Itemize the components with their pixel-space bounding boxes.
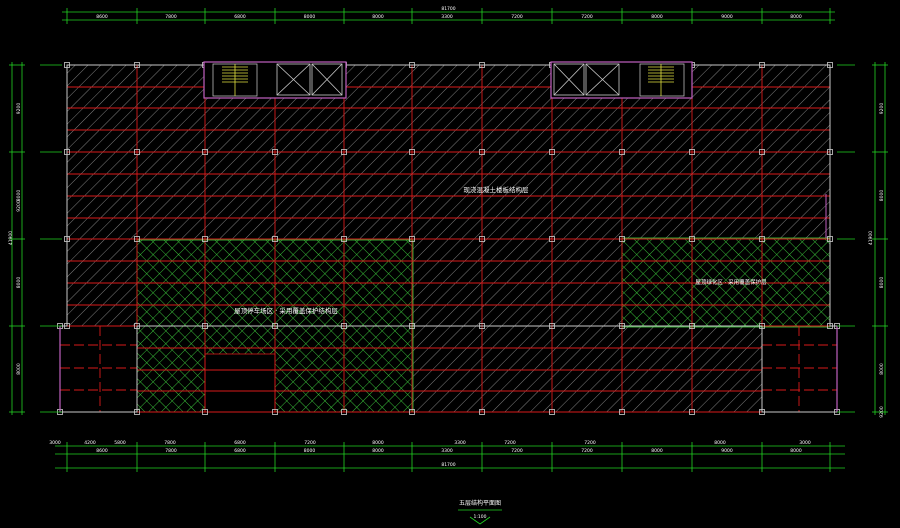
dim-bottom-offset: 8000: [372, 440, 384, 446]
dim-bottom: 9000: [721, 448, 733, 454]
dim-bottom: 8000: [790, 448, 802, 454]
dim-left: 8000: [16, 190, 22, 202]
dim-top: 8000: [651, 14, 663, 20]
dim-top: 8000: [372, 14, 384, 20]
dim-bottom: 8000: [372, 448, 384, 454]
dim-bottom-offset: 3000: [799, 440, 811, 446]
dim-right: 9200: [879, 406, 885, 418]
dim-bottom-offset: 6800: [234, 440, 246, 446]
dim-left: 9200: [16, 200, 22, 212]
core-left: [203, 61, 347, 99]
dim-right: 9200: [879, 103, 885, 115]
dim-total-top: 81700: [441, 6, 455, 12]
left-wing-area: [60, 326, 137, 417]
dim-bottom-offset: 7200: [584, 440, 596, 446]
dim-top: 8000: [790, 14, 802, 20]
dim-bottom-offset: 3300: [454, 440, 466, 446]
dim-left: 9200: [16, 103, 22, 115]
dim-left-total: 41900: [8, 231, 14, 245]
dim-bottom: 6800: [234, 448, 246, 454]
dim-left: 8000: [16, 363, 22, 375]
dim-bottom-offset: 7200: [304, 440, 316, 446]
dim-bottom: 8600: [96, 448, 108, 454]
right-wing-area: [762, 326, 837, 417]
dim-right: 8000: [879, 363, 885, 375]
dim-bottom: 8000: [651, 448, 663, 454]
opening-left: [204, 353, 276, 413]
dim-top: 7200: [511, 14, 523, 20]
dim-bottom-offset: 4200: [84, 440, 96, 446]
area-label-main: 现浇混凝土楼板结构层: [464, 185, 530, 194]
dim-top: 8600: [96, 14, 108, 20]
dim-bottom: 7200: [581, 448, 593, 454]
dim-total-bottom: 81700: [441, 462, 455, 468]
dim-bottom-offset: 7800: [164, 440, 176, 446]
dim-top: 9000: [721, 14, 733, 20]
dim-bottom-offset: 7200: [504, 440, 516, 446]
dim-bottom: 7200: [511, 448, 523, 454]
dim-top: 6800: [234, 14, 246, 20]
drawing-scale: 1:100: [474, 514, 487, 520]
dim-bottom: 3300: [441, 448, 453, 454]
area-label-right: 屋顶绿化区 · 采用覆盖保护层: [695, 278, 767, 286]
dim-bottom-offset: 8000: [714, 440, 726, 446]
drawing-title: 五层结构平面图: [459, 499, 501, 507]
cad-drawing-canvas: 现浇混凝土楼板结构层 屋顶停车场区 · 采用覆盖保护结构层 屋顶绿化区 · 采用…: [8, 6, 888, 525]
dim-top: 7800: [165, 14, 177, 20]
area-label-left: 屋顶停车场区 · 采用覆盖保护结构层: [234, 306, 338, 315]
dim-bottom-offset: 3000: [49, 440, 61, 446]
core-right: [550, 61, 693, 99]
dim-left: 8000: [16, 277, 22, 289]
dim-bottom: 7800: [165, 448, 177, 454]
dim-right: 8000: [879, 190, 885, 202]
dim-top: 8000: [304, 14, 316, 20]
dim-bottom: 8000: [304, 448, 316, 454]
dim-top: 7200: [581, 14, 593, 20]
dim-top: 3300: [441, 14, 453, 20]
dim-bottom-offset: 5800: [114, 440, 126, 446]
dim-right: 8000: [879, 277, 885, 289]
dim-right-total: 41900: [868, 231, 874, 245]
